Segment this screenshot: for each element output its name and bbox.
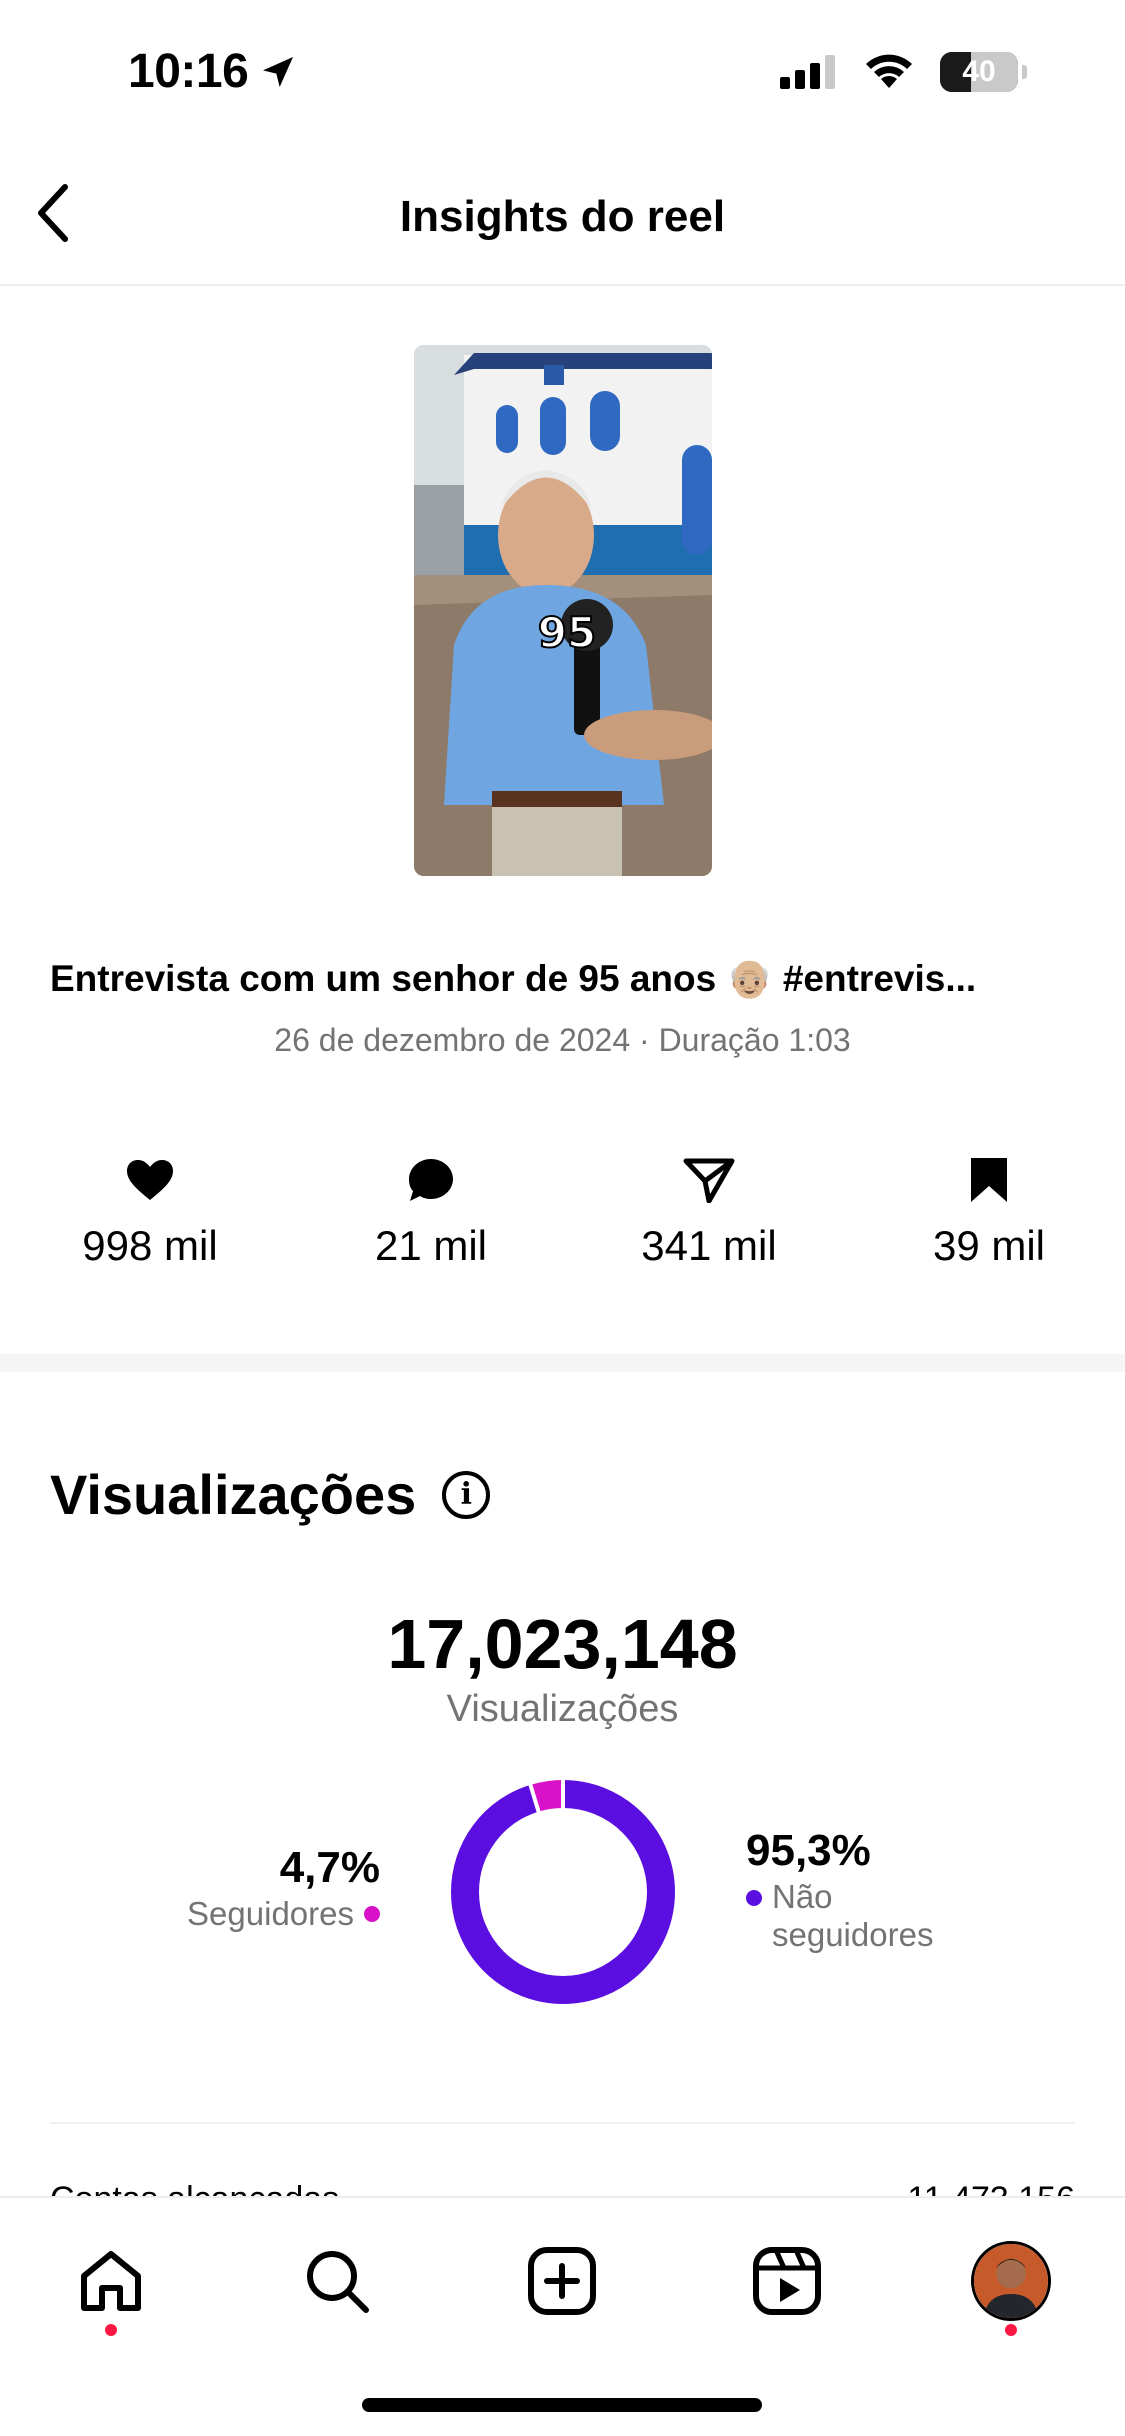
header: Insights do reel <box>0 140 1125 286</box>
views-section-title: Visualizações i <box>50 1462 491 1527</box>
tab-profile[interactable] <box>966 2236 1056 2336</box>
views-total: 17,023,148 <box>387 1605 738 1683</box>
shares-count: 341 mil <box>641 1222 777 1269</box>
saves-count: 39 mil <box>932 1222 1046 1269</box>
create-icon <box>528 2247 596 2315</box>
comments-metric: 21 mil <box>311 1150 551 1270</box>
reel-date-duration: 26 de dezembro de 2024 · Duração 1:03 <box>274 1022 851 1058</box>
info-icon[interactable]: i <box>442 1470 491 1519</box>
likes-metric: 998 mil <box>30 1150 270 1270</box>
saves-metric: 39 mil <box>869 1150 1109 1270</box>
views-donut-chart <box>451 1780 675 2004</box>
likes-count: 998 mil <box>82 1222 218 1269</box>
non-followers-slice <box>451 1780 675 2004</box>
non-followers-dot <box>746 1890 762 1906</box>
reels-icon <box>753 2247 821 2315</box>
non-followers-legend: 95,3% Não seguidores <box>746 1826 972 1954</box>
profile-notification-dot <box>1005 2324 1017 2336</box>
status-bar: 10:16 40 <box>0 0 1125 140</box>
row-separator <box>50 2122 1075 2124</box>
reel-thumbnail-image: 95 <box>414 345 712 876</box>
screen: 10:16 40 Insights do reel 95 Entrevista … <box>0 0 1125 2436</box>
battery-tip <box>1022 65 1027 79</box>
followers-percent: 4,7% <box>279 1843 380 1892</box>
cellular-signal-icon <box>780 55 835 89</box>
followers-legend: 4,7% Seguidores <box>187 1843 380 1933</box>
non-followers-percent: 95,3% <box>746 1826 871 1875</box>
search-icon <box>307 2251 369 2313</box>
tab-create[interactable] <box>517 2236 607 2326</box>
page-title: Insights do reel <box>399 192 726 241</box>
status-time: 10:16 <box>128 45 249 98</box>
engagement-metrics: 998 mil 21 mil 341 mil 39 mil <box>0 1150 1125 1280</box>
followers-label: Seguidores <box>187 1895 354 1932</box>
tab-home[interactable] <box>66 2236 156 2336</box>
profile-avatar <box>971 2241 1051 2321</box>
followers-dot <box>364 1906 380 1922</box>
home-notification-dot <box>105 2324 117 2336</box>
tab-search[interactable] <box>292 2236 382 2326</box>
status-time-group: 10:16 <box>128 44 298 99</box>
views-title-text: Visualizações <box>50 1463 417 1526</box>
heart-icon <box>127 1160 173 1200</box>
battery-icon: 40 <box>940 52 1018 92</box>
home-indicator <box>362 2398 762 2412</box>
non-followers-label: Não seguidores <box>772 1878 934 1953</box>
wifi-icon <box>866 54 912 88</box>
comment-icon <box>409 1159 453 1201</box>
section-divider <box>0 1354 1125 1372</box>
battery-percent: 40 <box>962 55 996 88</box>
tab-reels[interactable] <box>742 2236 832 2326</box>
share-icon <box>683 1158 735 1203</box>
location-arrow-icon <box>263 56 294 87</box>
shares-metric: 341 mil <box>589 1150 829 1270</box>
thumbnail-overlay-text: 95 <box>538 608 596 657</box>
home-icon <box>81 2251 141 2311</box>
reel-thumbnail[interactable]: 95 <box>414 345 712 876</box>
views-total-label: Visualizações <box>446 1688 679 1730</box>
bookmark-icon <box>971 1158 1007 1202</box>
status-icons: 40 <box>780 52 1027 92</box>
comments-count: 21 mil <box>374 1222 488 1269</box>
reel-caption: Entrevista com um senhor de 95 anos 👴🏼 #… <box>50 958 977 999</box>
